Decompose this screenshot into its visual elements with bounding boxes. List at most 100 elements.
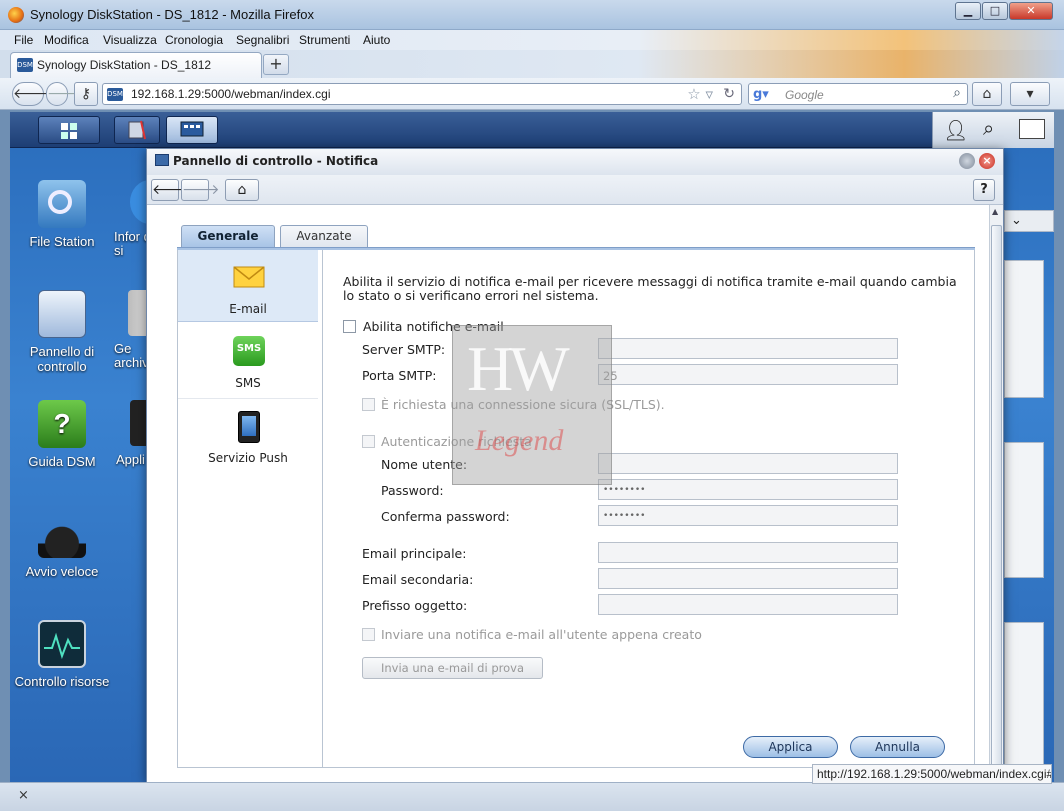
control-panel-icon	[38, 290, 86, 338]
auth-checkbox[interactable]	[362, 435, 375, 448]
secondary-email-field[interactable]	[598, 568, 898, 589]
sidebar-item-label: Servizio Push	[208, 451, 288, 465]
sidebar-item-push[interactable]: Servizio Push	[178, 398, 318, 470]
search-icon[interactable]: ⌕	[953, 85, 961, 101]
maximize-button[interactable]: □	[982, 2, 1008, 20]
back-button[interactable]: 🡐	[151, 179, 190, 201]
menu-segnalibri[interactable]: Segnalibri	[236, 33, 289, 47]
apply-button[interactable]: Applica	[743, 736, 838, 758]
primary-email-field[interactable]	[598, 542, 898, 563]
vertical-scrollbar[interactable]: ▲	[989, 205, 1003, 783]
intro-text: Abilita il servizio di notifica e-mail p…	[343, 274, 957, 303]
menu-modifica[interactable]: Modifica	[44, 33, 89, 47]
scroll-up-icon[interactable]: ▲	[992, 207, 998, 216]
control-panel-icon	[180, 121, 204, 137]
menu-bar: File Modifica Visualizza Cronologia Segn…	[0, 30, 1064, 50]
sidebar-item-label: E-mail	[229, 302, 267, 316]
tab-avanzate[interactable]: Avanzate	[280, 225, 368, 247]
forward-button[interactable]: 🡒	[46, 82, 85, 106]
secondary-email-label: Email secondaria:	[362, 572, 474, 587]
arrow-right-icon: 🡒	[182, 182, 220, 198]
desktop-icon-dsm-help[interactable]: ? Guida DSM	[12, 400, 112, 469]
forward-button[interactable]: 🡒	[181, 179, 220, 201]
close-window-button[interactable]: ×	[979, 153, 995, 169]
addon-button[interactable]: ▾	[1010, 82, 1050, 106]
confirm-password-field[interactable]: ••••••••	[598, 505, 898, 526]
widget-panel	[1004, 622, 1044, 782]
cancel-button[interactable]: Annulla	[850, 736, 945, 758]
minimize-button[interactable]: ▁	[955, 2, 981, 20]
file-station-icon	[38, 180, 86, 228]
desktop-icon-label: Avvio veloce	[25, 564, 99, 579]
smtp-port-field[interactable]: 25	[598, 364, 898, 385]
google-logo-icon[interactable]: g▾	[753, 87, 769, 102]
browser-statusbar: ×	[0, 782, 1064, 811]
desktop-icon-file-station[interactable]: File Station	[12, 180, 112, 249]
resource-monitor-icon	[38, 620, 86, 668]
menu-visualizza[interactable]: Visualizza	[103, 33, 157, 47]
new-user-notify-checkbox[interactable]	[362, 628, 375, 641]
dsm-favicon-icon: DSM	[17, 58, 33, 72]
address-bar[interactable]: DSM 192.168.1.29:5000/webman/index.cgi ☆…	[102, 83, 742, 105]
browser-tab[interactable]: DSM Synology DiskStation - DS_1812	[10, 52, 262, 78]
password-field[interactable]: ••••••••	[598, 479, 898, 500]
password-label: Password:	[381, 483, 444, 498]
scrollbar-thumb[interactable]	[991, 225, 1002, 770]
home-button[interactable]: ⌂	[225, 179, 259, 201]
widget-collapse-button[interactable]: ⌄	[1004, 210, 1054, 232]
menu-strumenti[interactable]: Strumenti	[299, 33, 350, 47]
back-button[interactable]: 🡐	[12, 82, 51, 106]
bookmark-star-icon[interactable]: ☆ ▿	[687, 85, 713, 103]
menu-cronologia[interactable]: Cronologia	[165, 33, 223, 47]
search-bar[interactable]: g▾ Google ⌕	[748, 83, 968, 105]
enable-email-checkbox[interactable]	[343, 320, 356, 333]
envelope-icon	[233, 266, 265, 288]
ssl-checkbox[interactable]	[362, 398, 375, 411]
storage-manager-task-button[interactable]	[114, 116, 160, 144]
widget-panel	[1004, 260, 1044, 398]
control-panel-task-button[interactable]	[166, 116, 218, 144]
close-window-button[interactable]: ✕	[1009, 2, 1053, 20]
sidebar-item-email[interactable]: E-mail	[178, 250, 318, 322]
sms-icon: SMS	[233, 336, 265, 366]
desktop-icon-quick-start[interactable]: Avvio veloce	[12, 510, 112, 579]
widgets-icon[interactable]	[1019, 119, 1045, 139]
minimize-window-button[interactable]	[959, 153, 975, 169]
home-icon: ⌂	[237, 182, 247, 198]
desktop-icon-resource-monitor[interactable]: Controllo risorse	[12, 620, 112, 689]
site-identity-icon[interactable]: ⚷	[74, 82, 98, 106]
window-title: Pannello di controllo - Notifica	[173, 154, 379, 168]
notification-type-list: E-mail SMS SMS Servizio Push	[177, 250, 323, 768]
desktop-icon-control-panel[interactable]: Pannello di controllo	[12, 290, 112, 374]
send-test-email-button[interactable]: Invia una e-mail di prova	[362, 657, 543, 679]
help-button[interactable]: ?	[973, 179, 995, 201]
reload-icon[interactable]: ↻	[723, 86, 735, 102]
username-field[interactable]	[598, 453, 898, 474]
sidebar-item-sms[interactable]: SMS SMS	[178, 324, 318, 396]
home-button[interactable]: ⌂	[972, 82, 1002, 106]
storage-icon	[128, 120, 146, 140]
pulse-graph-icon	[44, 632, 80, 660]
url-text: 192.168.1.29:5000/webman/index.cgi	[131, 87, 331, 101]
tab-bar: DSM Synology DiskStation - DS_1812 +	[0, 50, 1064, 78]
desktop-icon-label: Guida DSM	[28, 454, 96, 469]
firefox-logo-icon	[8, 7, 24, 23]
dsm-taskbar: 👤︎ ⌕	[10, 112, 1054, 148]
window-titlebar[interactable]: Pannello di controllo - Notifica ×	[147, 149, 1003, 175]
menu-file[interactable]: File	[14, 33, 33, 47]
desktop-icon-label: File Station	[29, 234, 95, 249]
smtp-server-field[interactable]	[598, 338, 898, 359]
tab-generale[interactable]: Generale	[181, 225, 275, 247]
window-content: Generale Avanzate E-mail SMS SMS Servizi…	[147, 205, 989, 783]
dsm-main-menu-button[interactable]	[38, 116, 100, 144]
browser-titlebar: Synology DiskStation - DS_1812 - Mozilla…	[0, 0, 1064, 30]
user-icon[interactable]: 👤︎	[943, 118, 968, 142]
new-tab-button[interactable]: +	[263, 54, 289, 75]
close-statusbar-icon[interactable]: ×	[18, 788, 29, 803]
subject-prefix-field[interactable]	[598, 594, 898, 615]
email-settings-panel: Abilita il servizio di notifica e-mail p…	[323, 250, 975, 768]
menu-aiuto[interactable]: Aiuto	[363, 33, 390, 47]
grid-icon	[61, 123, 77, 139]
sidebar-item-label: SMS	[235, 376, 261, 390]
search-icon[interactable]: ⌕	[983, 116, 994, 140]
